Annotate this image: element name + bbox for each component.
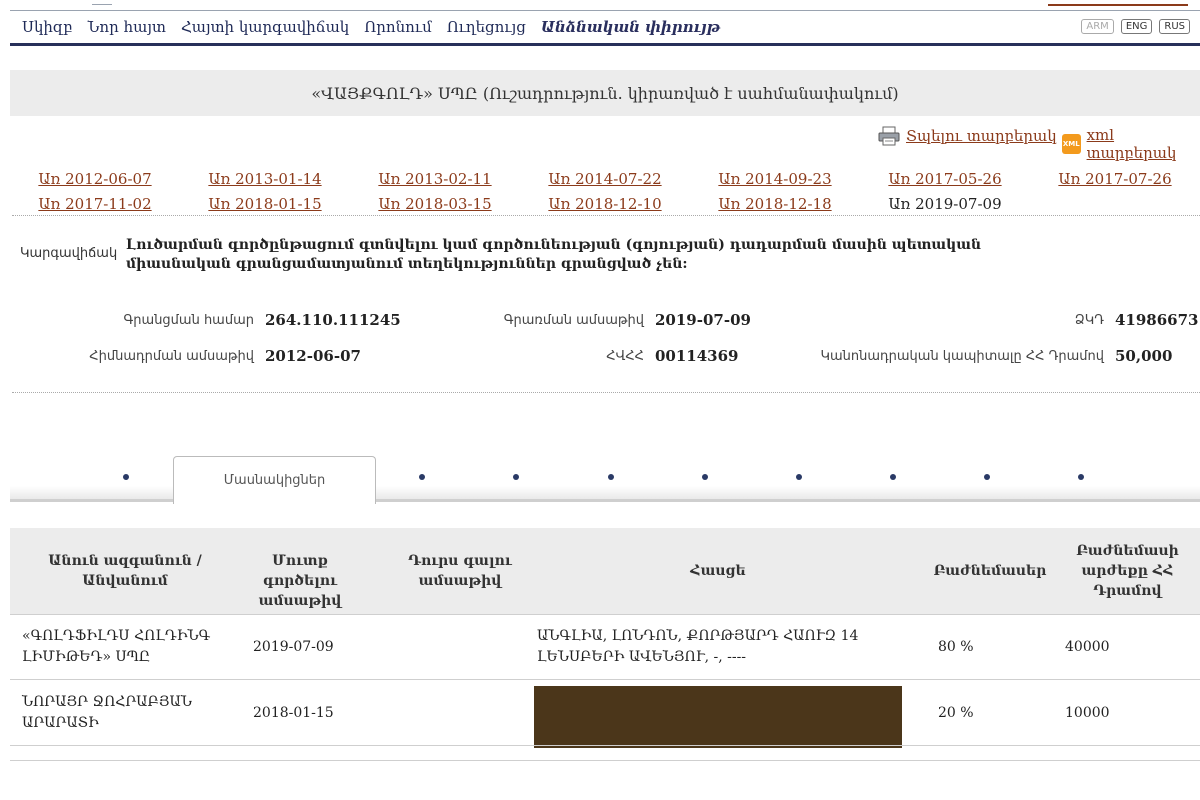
participant-share: 20 % bbox=[938, 705, 974, 721]
column-header-name: Անուն ազգանուն / Անվանում bbox=[48, 553, 202, 589]
xml-version-link-group[interactable]: XML xml տարբերակ bbox=[1062, 126, 1200, 162]
status-label: Կարգավիճակ bbox=[20, 246, 118, 261]
version-link[interactable]: Առ 2018-12-10 bbox=[520, 195, 690, 213]
nav-item-new-application[interactable]: Նոր հայտ bbox=[88, 18, 166, 36]
version-link[interactable]: Առ 2018-01-15 bbox=[180, 195, 350, 213]
tab-bullet[interactable] bbox=[796, 474, 802, 480]
tin-value: 41986673 bbox=[1115, 311, 1199, 329]
lang-eng-button[interactable]: ENG bbox=[1120, 19, 1153, 34]
hvhh-label: ՀՎՀՀ bbox=[606, 349, 644, 364]
reg-date-value: 2019-07-09 bbox=[655, 311, 751, 329]
column-header-share-value: Բաժնեմասի արժեքը ՀՀ Դրամով bbox=[1076, 543, 1179, 599]
version-row: Առ 2017-11-02 Առ 2018-01-15 Առ 2018-03-1… bbox=[10, 191, 1200, 216]
participant-share-value: 40000 bbox=[1065, 639, 1110, 655]
row-divider bbox=[10, 679, 1200, 680]
version-link[interactable]: Առ 2013-02-11 bbox=[350, 170, 520, 188]
bottom-rule bbox=[10, 760, 1200, 761]
version-link[interactable]: Առ 2014-07-22 bbox=[520, 170, 690, 188]
version-link[interactable]: Առ 2018-03-15 bbox=[350, 195, 520, 213]
status-text: Լուծարման գործընթացում գտնվելու կամ գործ… bbox=[126, 237, 982, 272]
participant-entry-date: 2019-07-09 bbox=[253, 639, 334, 655]
section-divider bbox=[12, 392, 1200, 393]
tin-label: ՁԿԴ bbox=[1074, 313, 1104, 328]
participant-entry-date: 2018-01-15 bbox=[253, 705, 334, 721]
tab-participants-label: Մասնակիցներ bbox=[223, 473, 326, 488]
current-version: Առ 2019-07-09 bbox=[888, 194, 1002, 213]
participant-address: ԱՆԳԼԻԱ, ԼՈՆԴՈՆ, ՔՈՐԹՅԱՐԴ ՀԱՈՒԶ 14 ԼԵՆՍԲԵ… bbox=[537, 628, 859, 665]
lang-arm-button[interactable]: ARM bbox=[1081, 19, 1114, 34]
version-link[interactable]: Առ 2017-07-26 bbox=[1030, 170, 1200, 188]
print-version-link[interactable]: Տպելու տարբերակ bbox=[906, 127, 1057, 145]
participant-share-value: 10000 bbox=[1065, 705, 1110, 721]
founding-date-value: 2012-06-07 bbox=[265, 347, 361, 365]
language-switcher: ARM ENG RUS bbox=[1081, 19, 1190, 34]
page-title: «ՎԱՅՔԳՈԼԴ» ՍՊԸ (Ուշադրություն. կիրառված … bbox=[311, 83, 899, 103]
xml-version-link[interactable]: xml տարբերակ bbox=[1087, 126, 1200, 162]
row-divider bbox=[10, 614, 1200, 615]
tab-bullet[interactable] bbox=[419, 474, 425, 480]
main-nav: Սկիզբ Նոր հայտ Հայտի կարգավիճակ Որոնում … bbox=[22, 18, 720, 36]
tab-bullet[interactable] bbox=[608, 474, 614, 480]
nav-divider bbox=[10, 43, 1200, 46]
capital-value: 50,000 bbox=[1115, 347, 1173, 365]
tab-bullet[interactable] bbox=[513, 474, 519, 480]
column-header-shares: Բաժնեմասեր bbox=[933, 563, 1047, 579]
section-divider bbox=[12, 215, 1200, 216]
printer-icon bbox=[878, 126, 900, 146]
version-link[interactable]: Առ 2017-11-02 bbox=[10, 195, 180, 213]
reg-date-label: Գրառման ամսաթիվ bbox=[503, 313, 644, 328]
tab-participants[interactable]: Մասնակիցներ bbox=[173, 456, 376, 504]
nav-item-application-status[interactable]: Հայտի կարգավիճակ bbox=[181, 18, 349, 36]
tab-bullet[interactable] bbox=[984, 474, 990, 480]
column-header-address: Հասցե bbox=[690, 563, 746, 579]
top-right-rule bbox=[1048, 0, 1188, 6]
print-version-link-group[interactable]: Տպելու տարբերակ bbox=[878, 126, 1057, 146]
reg-number-value: 264.110.111245 bbox=[265, 311, 401, 329]
top-rule bbox=[10, 10, 1200, 11]
lang-rus-button[interactable]: RUS bbox=[1159, 19, 1190, 34]
version-row: Առ 2012-06-07 Առ 2013-01-14 Առ 2013-02-1… bbox=[10, 166, 1200, 191]
top-rule-fragment bbox=[92, 0, 112, 5]
participant-name: «ԳՈԼԴՖԻԼԴՍ ՀՈԼԴԻՆԳ ԼԻՄԻԹԵԴ» ՍՊԸ bbox=[22, 628, 211, 665]
version-link[interactable]: Առ 2013-01-14 bbox=[180, 170, 350, 188]
row-divider bbox=[10, 745, 1200, 746]
founding-date-label: Հիմնադրման ամսաթիվ bbox=[89, 349, 254, 364]
nav-item-home[interactable]: Սկիզբ bbox=[22, 18, 73, 36]
nav-item-personal-area[interactable]: Անձնական փիրույթ bbox=[541, 18, 720, 36]
nav-item-search[interactable]: Որոնում bbox=[364, 18, 432, 36]
tab-bullet[interactable] bbox=[123, 474, 129, 480]
participant-share: 80 % bbox=[938, 639, 974, 655]
participant-name: ՆՈՐԱՅՐ ՋՈՀՐԱԲՅԱՆ ԱՐԱՐԱՏԻ bbox=[22, 694, 193, 731]
tab-bullet[interactable] bbox=[890, 474, 896, 480]
tab-bullet[interactable] bbox=[702, 474, 708, 480]
reg-number-label: Գրանցման համար bbox=[123, 313, 255, 328]
column-header-entry-date: Մուտք գործելու ամսաթիվ bbox=[258, 553, 342, 609]
tab-bullet[interactable] bbox=[1078, 474, 1084, 480]
hvhh-value: 00114369 bbox=[655, 347, 739, 365]
capital-label: Կանոնադրական կապիտալը ՀՀ Դրամով bbox=[820, 349, 1104, 364]
version-link[interactable]: Առ 2018-12-18 bbox=[690, 195, 860, 213]
column-header-exit-date: Դուրս գալու ամսաթիվ bbox=[408, 553, 512, 589]
redacted-address-block bbox=[534, 686, 902, 748]
version-link[interactable]: Առ 2017-05-26 bbox=[860, 170, 1030, 188]
xml-file-icon: XML bbox=[1062, 134, 1081, 154]
version-link[interactable]: Առ 2012-06-07 bbox=[10, 170, 180, 188]
nav-item-guide[interactable]: Ուղեցույց bbox=[447, 18, 526, 36]
version-link[interactable]: Առ 2014-09-23 bbox=[690, 170, 860, 188]
version-history: Առ 2012-06-07 Առ 2013-01-14 Առ 2013-02-1… bbox=[10, 166, 1200, 216]
page-title-bar: «ՎԱՅՔԳՈԼԴ» ՍՊԸ (Ուշադրություն. կիրառված … bbox=[10, 70, 1200, 116]
